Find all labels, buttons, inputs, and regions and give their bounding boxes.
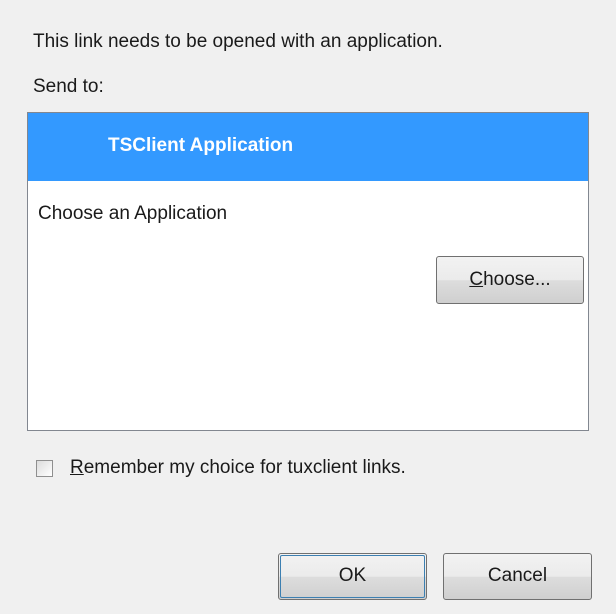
application-list[interactable]: TSClient Application Choose an Applicati… xyxy=(27,112,589,431)
remember-choice-row[interactable]: Remember my choice for tuxclient links. xyxy=(36,455,406,481)
choose-button[interactable]: Choose... xyxy=(436,256,584,304)
dialog-message: This link needs to be opened with an app… xyxy=(33,31,443,52)
choose-mnemonic: C xyxy=(469,269,484,290)
open-link-dialog: This link needs to be opened with an app… xyxy=(0,0,616,614)
remember-mnemonic: R xyxy=(70,457,84,478)
remember-label[interactable]: Remember my choice for tuxclient links. xyxy=(70,456,406,480)
list-item-label: TSClient Application xyxy=(108,135,294,156)
send-to-label: Send to: xyxy=(33,76,104,97)
list-item-label: Choose an Application xyxy=(38,203,228,224)
list-item-tsclient-application[interactable]: TSClient Application xyxy=(28,113,588,181)
cancel-button[interactable]: Cancel xyxy=(443,553,592,600)
ok-button[interactable]: OK xyxy=(278,553,427,600)
remember-label-rest: emember my choice for tuxclient links. xyxy=(83,457,406,478)
remember-checkbox[interactable] xyxy=(36,459,53,477)
list-item-choose-application[interactable]: Choose an Application Choose... xyxy=(28,181,588,304)
choose-label-rest: hoose... xyxy=(483,269,551,290)
